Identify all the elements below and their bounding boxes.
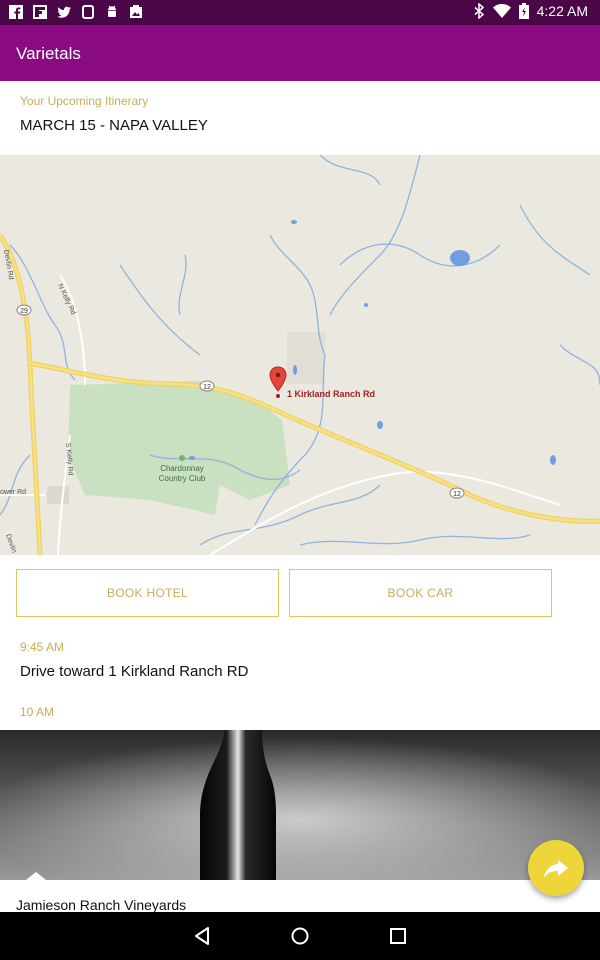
golf-icon xyxy=(179,455,185,461)
back-icon[interactable] xyxy=(192,926,212,946)
wine-bottle-image xyxy=(0,730,600,880)
photo-icon xyxy=(130,5,142,18)
recents-icon[interactable] xyxy=(389,927,407,945)
bluetooth-icon xyxy=(474,3,484,19)
app-bar: Varietals xyxy=(0,25,600,81)
vineyard-name: Jamieson Ranch Vineyards xyxy=(16,897,187,913)
flipboard-icon xyxy=(33,5,47,19)
svg-text:29: 29 xyxy=(20,308,28,315)
itinerary-header: Your Upcoming Itinerary MARCH 15 - NAPA … xyxy=(0,81,600,155)
twitter-icon xyxy=(57,6,71,18)
map-canvas[interactable]: 29 12 12 Devlin Rd N Kelly Rd S Kelly Rd… xyxy=(0,155,600,555)
vineyard-card[interactable]: Jamieson Ranch Vineyards xyxy=(0,872,600,913)
book-hotel-button[interactable]: BOOK HOTEL xyxy=(16,569,279,617)
device-icon xyxy=(82,5,94,19)
status-time: 4:22 AM xyxy=(536,3,588,19)
home-icon[interactable] xyxy=(289,925,311,947)
building-block xyxy=(47,486,69,504)
road-label: ower Rd xyxy=(0,489,26,496)
book-car-button[interactable]: BOOK CAR xyxy=(289,569,552,617)
schedule-description: Drive toward 1 Kirkland Ranch RD xyxy=(20,663,249,680)
share-button[interactable] xyxy=(528,840,584,896)
card-pointer xyxy=(26,872,46,880)
wifi-icon xyxy=(492,4,511,18)
android-icon xyxy=(108,5,116,17)
schedule-time: 9:45 AM xyxy=(20,640,65,654)
battery-icon xyxy=(518,3,529,19)
action-buttons: BOOK HOTEL BOOK CAR xyxy=(0,569,600,617)
itinerary-title: MARCH 15 - NAPA VALLEY xyxy=(20,117,208,134)
status-bar: 4:22 AM xyxy=(0,0,600,25)
facebook-icon xyxy=(9,5,23,19)
place-label: Chardonnay xyxy=(160,464,204,473)
route-shield: 12 xyxy=(449,487,465,499)
route-shield: 12 xyxy=(199,380,215,392)
route-shield: 29 xyxy=(16,304,32,316)
building-block xyxy=(287,332,325,384)
place-label: Country Club xyxy=(159,474,206,483)
map-view[interactable]: 29 12 12 Devlin Rd N Kelly Rd S Kelly Rd… xyxy=(0,155,600,555)
navigation-bar xyxy=(0,912,600,960)
svg-text:12: 12 xyxy=(203,384,211,391)
vineyard-photo[interactable] xyxy=(0,730,600,880)
marker-label: 1 Kirkland Ranch Rd xyxy=(287,389,375,399)
app-title: Varietals xyxy=(16,44,81,63)
itinerary-label: Your Upcoming Itinerary xyxy=(20,94,149,108)
share-icon xyxy=(544,860,568,878)
schedule-time: 10 AM xyxy=(20,705,55,719)
svg-text:12: 12 xyxy=(453,491,461,498)
